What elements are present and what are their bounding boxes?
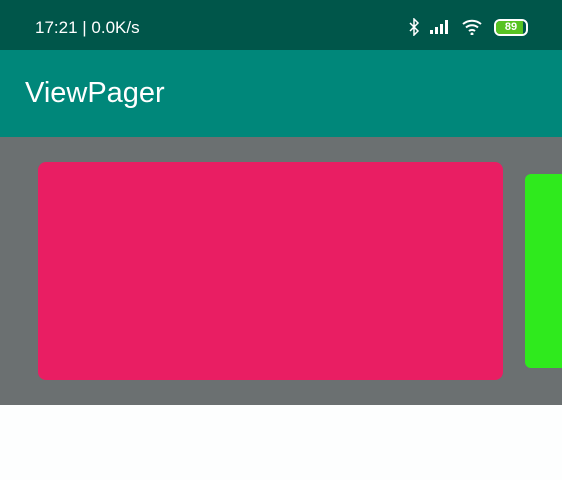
view-pager[interactable] (0, 137, 562, 405)
app-bar: ViewPager (0, 50, 562, 137)
battery-level: 89 (504, 20, 518, 33)
status-bar: 17:21 | 0.0K/s 89 (0, 0, 562, 50)
pager-page-2[interactable] (525, 174, 562, 368)
bluetooth-icon (409, 18, 420, 36)
page-title: ViewPager (25, 77, 165, 109)
signal-icon (430, 20, 448, 34)
wifi-icon (462, 19, 482, 35)
pager-page-1[interactable] (38, 162, 503, 380)
status-time: 17:21 | 0.0K/s (35, 18, 140, 37)
battery-icon: 89 (494, 18, 528, 36)
